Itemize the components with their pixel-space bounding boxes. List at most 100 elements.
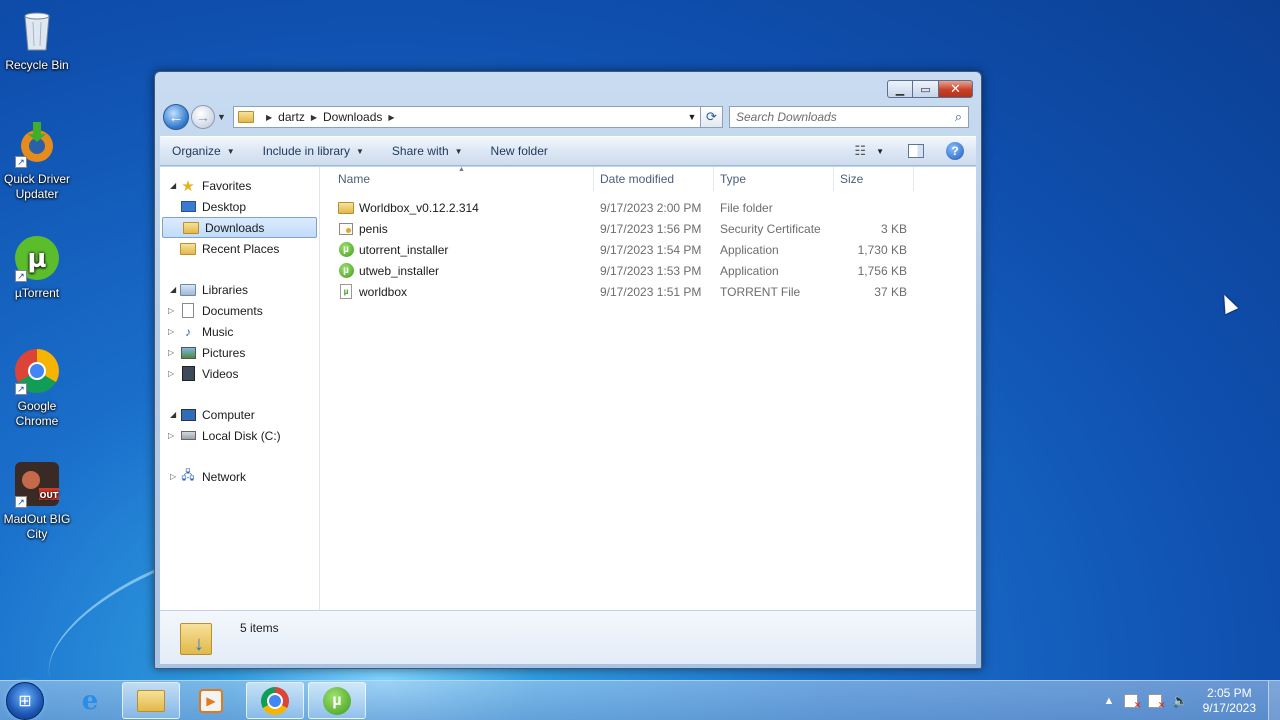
file-date: 9/17/2023 1:56 PM xyxy=(600,221,702,236)
file-name: Worldbox_v0.12.2.314 xyxy=(359,200,479,215)
clock[interactable]: 2:05 PM 9/17/2023 xyxy=(1203,686,1256,716)
back-button[interactable]: ← xyxy=(163,104,189,130)
column-header-type[interactable]: Type xyxy=(714,166,834,191)
pictures-icon xyxy=(180,345,196,361)
nav-item-recent-places[interactable]: Recent Places xyxy=(160,238,319,259)
column-header-size[interactable]: Size xyxy=(834,166,914,191)
taskbar: ⊞ e ▶ µ ▲ 🔈 2:05 PM 9/17/2023 xyxy=(0,680,1280,720)
nav-item-favorites[interactable]: ◢ ★ Favorites xyxy=(160,175,319,196)
chevron-right-icon[interactable]: ▶ xyxy=(266,113,272,122)
column-header-name[interactable]: Name xyxy=(320,166,594,191)
chevron-down-icon: ▼ xyxy=(356,146,364,156)
file-name-cell: Worldbox_v0.12.2.314 xyxy=(320,200,594,216)
taskbar-media-player[interactable]: ▶ xyxy=(182,682,240,719)
nav-item-downloads[interactable]: Downloads xyxy=(162,217,317,238)
desktop-icon-label: µTorrent xyxy=(14,286,60,300)
expand-arrow-icon[interactable]: ◢ xyxy=(170,181,180,190)
nav-item-desktop[interactable]: Desktop xyxy=(160,196,319,217)
taskbar-windows-explorer[interactable] xyxy=(122,682,180,719)
nav-item-music[interactable]: ▷ ♪ Music xyxy=(160,321,319,342)
recent-pages-dropdown[interactable]: ▼ xyxy=(217,112,229,122)
network-status-icon[interactable] xyxy=(1148,694,1165,711)
collapse-arrow-icon[interactable]: ▷ xyxy=(170,472,180,481)
system-tray: ▲ 🔈 2:05 PM 9/17/2023 xyxy=(1104,681,1280,720)
address-bar[interactable]: ▶ dartz ▶ Downloads ▶ ▼ xyxy=(233,106,701,128)
nav-group-favorites: ◢ ★ Favorites Desktop Downloads Recent P… xyxy=(160,175,319,259)
start-button[interactable]: ⊞ xyxy=(6,682,44,720)
nav-item-libraries[interactable]: ◢ Libraries xyxy=(160,279,319,300)
taskbar-internet-explorer[interactable]: e xyxy=(61,682,119,719)
file-row[interactable]: Worldbox_v0.12.2.314 9/17/2023 2:00 PM F… xyxy=(320,197,976,218)
collapse-arrow-icon[interactable]: ▷ xyxy=(168,369,178,378)
expand-arrow-icon[interactable]: ◢ xyxy=(170,285,180,294)
search-icon[interactable]: ⌕ xyxy=(955,109,962,125)
chrome-icon: ↗ xyxy=(13,347,61,395)
help-icon[interactable]: ? xyxy=(946,142,964,160)
desktop-icon-utorrent[interactable]: µ ↗ µTorrent xyxy=(0,234,74,301)
desktop-icon-label: MadOut BIG City xyxy=(3,512,71,541)
nav-item-computer[interactable]: ◢ Computer xyxy=(160,404,319,425)
file-row[interactable]: µ utweb_installer 9/17/2023 1:53 PM Appl… xyxy=(320,260,976,281)
show-hidden-icons-icon[interactable]: ▲ xyxy=(1104,695,1115,707)
nav-item-videos[interactable]: ▷ Videos xyxy=(160,363,319,384)
search-box[interactable]: ⌕ xyxy=(729,106,969,128)
file-type: File folder xyxy=(720,200,773,215)
desktop-icon-google-chrome[interactable]: ↗ Google Chrome xyxy=(0,347,74,429)
file-row[interactable]: penis 9/17/2023 1:56 PM Security Certifi… xyxy=(320,218,976,239)
show-desktop-button[interactable] xyxy=(1268,681,1280,720)
nav-label: Documents xyxy=(202,303,263,318)
local-disk-icon xyxy=(180,428,196,444)
change-view-icon[interactable]: ☷ xyxy=(854,143,866,159)
maximize-button[interactable]: ▭ xyxy=(913,80,939,98)
chevron-right-icon[interactable]: ▶ xyxy=(388,113,394,122)
clock-time: 2:05 PM xyxy=(1206,686,1252,700)
collapse-arrow-icon[interactable]: ▷ xyxy=(168,327,178,336)
preview-pane-icon[interactable] xyxy=(908,144,924,158)
svg-text:µ: µ xyxy=(27,244,46,274)
expand-arrow-icon[interactable]: ◢ xyxy=(170,410,180,419)
nav-item-local-disk[interactable]: ▷ Local Disk (C:) xyxy=(160,425,319,446)
breadcrumb-downloads[interactable]: Downloads xyxy=(323,110,382,124)
file-name-cell: µ worldbox xyxy=(320,284,594,300)
breadcrumb-dartz[interactable]: dartz xyxy=(278,110,305,124)
desktop-icon-madout[interactable]: OUT ↗ MadOut BIG City xyxy=(0,460,74,542)
share-with-label: Share with xyxy=(391,144,449,158)
view-options-dropdown[interactable]: ▼ xyxy=(876,147,884,156)
file-row[interactable]: µ utorrent_installer 9/17/2023 1:54 PM A… xyxy=(320,239,976,260)
nav-item-documents[interactable]: ▷ Documents xyxy=(160,300,319,321)
search-input[interactable] xyxy=(736,110,955,124)
new-folder-button[interactable]: New folder xyxy=(491,144,548,158)
chevron-right-icon[interactable]: ▶ xyxy=(311,113,317,122)
organize-button[interactable]: Organize ▼ xyxy=(172,144,235,158)
downloads-folder-icon xyxy=(238,109,254,125)
file-date: 9/17/2023 1:54 PM xyxy=(600,242,702,257)
close-button[interactable]: ✕ xyxy=(939,80,973,98)
minimize-button[interactable]: ▁ xyxy=(887,80,913,98)
address-dropdown-icon[interactable]: ▼ xyxy=(684,112,700,122)
nav-item-network[interactable]: ▷ 🖧 Network xyxy=(160,466,319,487)
file-row[interactable]: µ worldbox 9/17/2023 1:51 PM TORRENT Fil… xyxy=(320,281,976,302)
desktop-icon-recycle-bin[interactable]: Recycle Bin xyxy=(0,6,74,73)
column-header-date-modified[interactable]: Date modified xyxy=(594,166,714,191)
utorrent-icon: µ xyxy=(338,263,354,279)
collapse-arrow-icon[interactable]: ▷ xyxy=(168,306,178,315)
nav-item-pictures[interactable]: ▷ Pictures xyxy=(160,342,319,363)
column-headers: ▲ Name Date modified Type Size xyxy=(320,166,976,191)
mouse-cursor-icon xyxy=(1217,291,1239,315)
nav-label: Videos xyxy=(202,366,239,381)
taskbar-chrome[interactable] xyxy=(246,682,304,719)
share-with-button[interactable]: Share with ▼ xyxy=(392,144,463,158)
windows-explorer-icon xyxy=(137,689,165,712)
collapse-arrow-icon[interactable]: ▷ xyxy=(168,348,178,357)
music-icon: ♪ xyxy=(185,324,191,339)
refresh-button[interactable]: ⟳ xyxy=(701,106,723,128)
action-center-icon[interactable] xyxy=(1124,694,1141,711)
taskbar-utorrent[interactable]: µ xyxy=(308,682,366,719)
include-in-library-button[interactable]: Include in library ▼ xyxy=(263,144,364,158)
volume-muted-icon[interactable]: 🔈 xyxy=(1172,693,1188,709)
desktop-icon-quick-driver-updater[interactable]: ↗ Quick Driver Updater xyxy=(0,120,74,202)
forward-button[interactable]: → xyxy=(191,105,215,129)
nav-group-computer: ◢ Computer ▷ Local Disk (C:) xyxy=(160,404,319,446)
collapse-arrow-icon[interactable]: ▷ xyxy=(168,431,178,440)
nav-label: Local Disk (C:) xyxy=(202,428,281,443)
